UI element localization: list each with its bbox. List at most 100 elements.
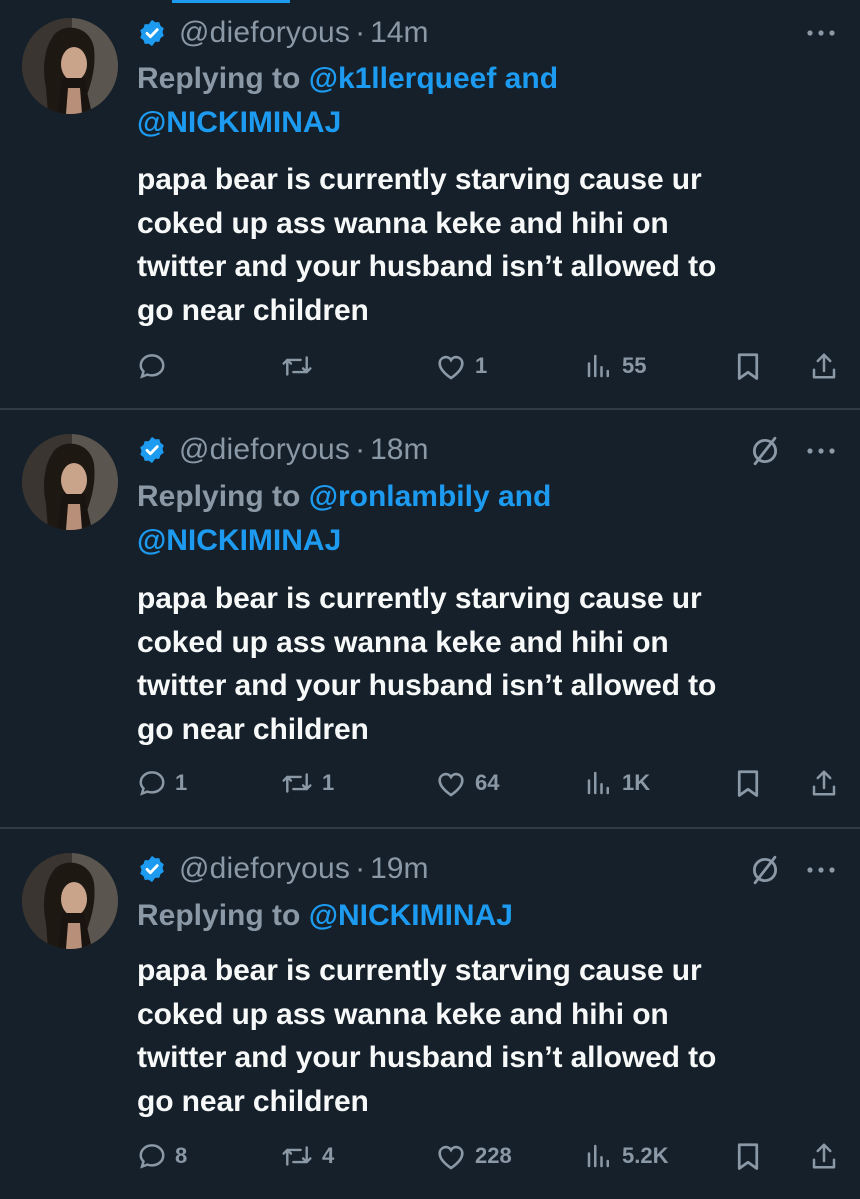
tweet-text-line: coked up ass wanna keke and hihi on: [137, 625, 669, 659]
views-count: 5.2K: [622, 1143, 669, 1168]
retweet-icon: [280, 351, 314, 381]
grok-icon[interactable]: [748, 853, 782, 887]
share-button[interactable]: [809, 1136, 839, 1176]
bookmark-icon: [734, 351, 762, 381]
like-icon: [435, 1141, 467, 1171]
timestamp[interactable]: 18m: [370, 433, 428, 467]
reply-button[interactable]: 1: [137, 763, 187, 803]
verified-badge-icon: [137, 435, 167, 465]
views-button[interactable]: 55: [584, 346, 646, 386]
tweet-header: @dieforyous · 19m: [137, 849, 428, 889]
separator-dot: ·: [355, 433, 366, 466]
tweet-header: @dieforyous · 18m: [137, 430, 428, 470]
share-icon: [809, 351, 839, 381]
avatar[interactable]: [22, 853, 118, 949]
like-button[interactable]: 64: [435, 763, 499, 803]
verified-badge-icon: [137, 18, 167, 48]
share-button[interactable]: [809, 346, 839, 386]
share-button[interactable]: [809, 763, 839, 803]
share-icon: [809, 1141, 839, 1171]
bookmark-icon: [734, 1141, 762, 1171]
retweet-icon: [280, 1141, 314, 1171]
tweet-text-line: papa bear is currently starving cause ur: [137, 954, 702, 987]
retweet-count: 4: [322, 1143, 335, 1168]
views-icon: [584, 351, 614, 381]
tweet-2[interactable]: @dieforyous · 18m Replying to @ronlambil…: [0, 410, 860, 828]
like-count: 1: [475, 353, 488, 378]
avatar[interactable]: [22, 18, 118, 114]
like-button[interactable]: 228: [435, 1136, 512, 1176]
reply-count: 8: [175, 1143, 188, 1168]
like-button[interactable]: 1: [435, 346, 487, 386]
tweet-text-line: papa bear is currently starving cause ur: [137, 582, 702, 615]
verified-badge-icon: [137, 854, 167, 884]
tweet-3[interactable]: @dieforyous · 19m Replying to @NICKIMINA…: [0, 829, 860, 1199]
tweet-text: papa bear is currently starving cause ur…: [137, 577, 827, 751]
tweet-actions: 8 4 228 5.2K: [137, 1136, 847, 1176]
views-button[interactable]: 1K: [584, 763, 650, 803]
separator-dot: ·: [355, 16, 366, 49]
user-handle[interactable]: @dieforyous: [179, 16, 350, 50]
more-options-icon[interactable]: [804, 853, 838, 887]
like-icon: [435, 768, 467, 798]
reply-icon: [137, 1141, 167, 1171]
user-handle[interactable]: @dieforyous: [179, 852, 350, 886]
reply-mention-link[interactable]: @NICKIMINAJ: [309, 899, 513, 932]
replying-prefix: Replying to: [137, 480, 301, 513]
retweet-icon: [280, 768, 314, 798]
tweet-text-line: coked up ass wanna keke and hihi on: [137, 206, 669, 240]
tweet-text-line: twitter and your husband isn’t allowed t…: [137, 669, 717, 702]
retweet-button[interactable]: 1: [280, 763, 334, 803]
bookmark-button[interactable]: [734, 346, 762, 386]
tweet-1[interactable]: @dieforyous · 14m Replying to @k1llerque…: [0, 0, 860, 410]
more-options-icon[interactable]: [804, 434, 838, 468]
tweet-text-line: twitter and your husband isn’t allowed t…: [137, 250, 717, 283]
views-count: 1K: [622, 770, 651, 795]
views-button[interactable]: 5.2K: [584, 1136, 668, 1176]
grok-icon[interactable]: [748, 434, 782, 468]
share-icon: [809, 768, 839, 798]
replying-to: Replying to @k1llerqueef and @NICKIMINAJ: [137, 57, 797, 145]
tweet-text: papa bear is currently starving cause ur…: [137, 158, 827, 332]
reply-mention-link[interactable]: @k1llerqueef and: [309, 62, 558, 95]
reply-icon: [137, 351, 167, 381]
timestamp[interactable]: 14m: [370, 16, 428, 50]
retweet-button[interactable]: 4: [280, 1136, 334, 1176]
views-count: 55: [622, 353, 647, 378]
reply-mention-link[interactable]: @ronlambily and: [309, 480, 552, 513]
tweet-text-line: go near children: [137, 1084, 369, 1118]
avatar[interactable]: [22, 434, 118, 530]
tweet-text-line: coked up ass wanna keke and hihi on: [137, 997, 669, 1031]
timestamp[interactable]: 19m: [370, 852, 428, 886]
reply-icon: [137, 768, 167, 798]
tweet-text-line: papa bear is currently starving cause ur: [137, 163, 702, 196]
separator-dot: ·: [355, 852, 366, 885]
bookmark-icon: [734, 768, 762, 798]
user-handle[interactable]: @dieforyous: [179, 433, 350, 467]
retweet-button[interactable]: [280, 346, 322, 386]
views-icon: [584, 1141, 614, 1171]
tweet-actions: 1 55: [137, 346, 847, 386]
reply-mention-link[interactable]: @NICKIMINAJ: [137, 106, 341, 139]
replying-prefix: Replying to: [137, 899, 301, 932]
bookmark-button[interactable]: [734, 763, 762, 803]
like-icon: [435, 351, 467, 381]
tweet-text-line: go near children: [137, 293, 369, 327]
tweet-actions: 1 1 64 1K: [137, 763, 847, 803]
reply-mention-link[interactable]: @NICKIMINAJ: [137, 524, 341, 557]
tweet-text: papa bear is currently starving cause ur…: [137, 949, 827, 1123]
like-count: 228: [475, 1143, 512, 1168]
reply-button[interactable]: 8: [137, 1136, 187, 1176]
replying-prefix: Replying to: [137, 62, 301, 95]
replying-to: Replying to @ronlambily and @NICKIMINAJ: [137, 475, 797, 563]
more-options-icon[interactable]: [804, 16, 838, 50]
bookmark-button[interactable]: [734, 1136, 762, 1176]
tweet-header: @dieforyous · 14m: [137, 13, 428, 53]
replying-to: Replying to @NICKIMINAJ: [137, 894, 797, 938]
like-count: 64: [475, 770, 500, 795]
reply-button[interactable]: [137, 346, 175, 386]
reply-count: 1: [175, 770, 188, 795]
tweet-text-line: twitter and your husband isn’t allowed t…: [137, 1041, 717, 1074]
tweet-text-line: go near children: [137, 712, 369, 746]
retweet-count: 1: [322, 770, 335, 795]
